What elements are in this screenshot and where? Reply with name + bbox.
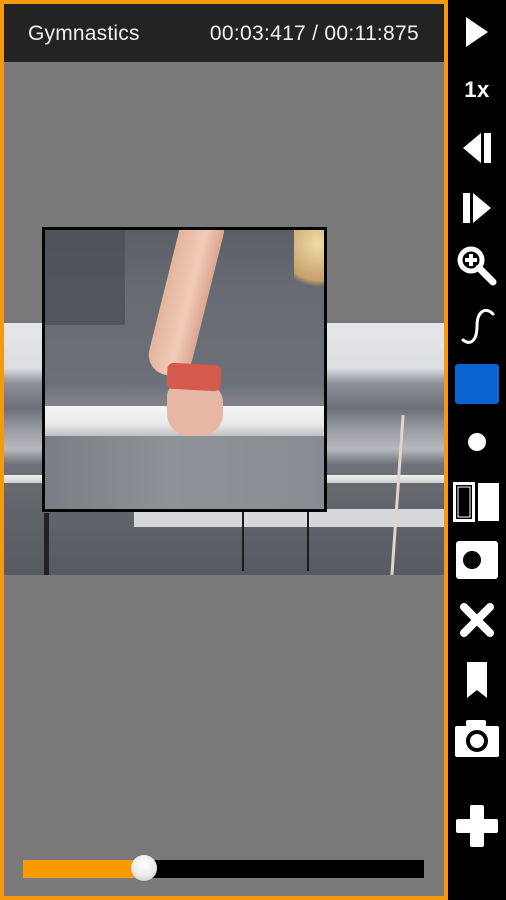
zoom-window[interactable] (42, 227, 327, 512)
time-readout: 00:03:417 / 00:11:875 (209, 22, 419, 45)
curve-icon (461, 309, 495, 344)
video-title: Gymnastics (28, 22, 140, 45)
zoom-in-icon (457, 246, 497, 286)
progress-slider[interactable] (23, 855, 424, 881)
dot-icon (468, 433, 486, 451)
color-swatch (455, 364, 499, 404)
progress-fill (23, 860, 144, 878)
zoom-bar-face (45, 436, 324, 509)
play-icon (466, 17, 488, 47)
bookmark-button[interactable] (448, 656, 506, 704)
video-cable (307, 509, 309, 571)
close-icon (460, 603, 494, 637)
video-cable (242, 509, 244, 571)
step-back-icon (463, 133, 491, 163)
zoom-bg-shape (45, 230, 125, 325)
play-button[interactable] (448, 8, 506, 56)
player-frame: Gymnastics 00:03:417 / 00:11:875 (0, 0, 448, 900)
split-view-icon (453, 482, 499, 522)
zoom-hand (167, 384, 223, 436)
player-header: Gymnastics 00:03:417 / 00:11:875 (4, 4, 444, 62)
record-button[interactable] (448, 536, 506, 584)
bookmark-icon (467, 662, 487, 698)
snapshot-button[interactable] (448, 714, 506, 762)
step-forward-button[interactable] (448, 184, 506, 232)
stroke-size-button[interactable] (448, 418, 506, 466)
zoom-hair (294, 230, 324, 300)
zoom-wrist-wrap (166, 362, 222, 392)
right-toolbar: 1x (448, 0, 506, 900)
step-forward-icon (463, 193, 491, 223)
color-button[interactable] (448, 360, 506, 408)
split-view-button[interactable] (448, 478, 506, 526)
video-post (44, 513, 49, 575)
progress-thumb[interactable] (131, 855, 157, 881)
speed-button[interactable]: 1x (448, 66, 506, 114)
draw-curve-button[interactable] (448, 300, 506, 348)
speed-label: 1x (464, 77, 490, 102)
zoom-in-button[interactable] (448, 242, 506, 290)
zoom-arm (144, 230, 229, 381)
camera-icon (455, 720, 499, 757)
video-rope (390, 415, 405, 575)
record-icon (456, 541, 498, 579)
clear-button[interactable] (448, 596, 506, 644)
step-back-button[interactable] (448, 124, 506, 172)
add-button[interactable] (448, 802, 506, 850)
plus-icon (456, 805, 498, 847)
